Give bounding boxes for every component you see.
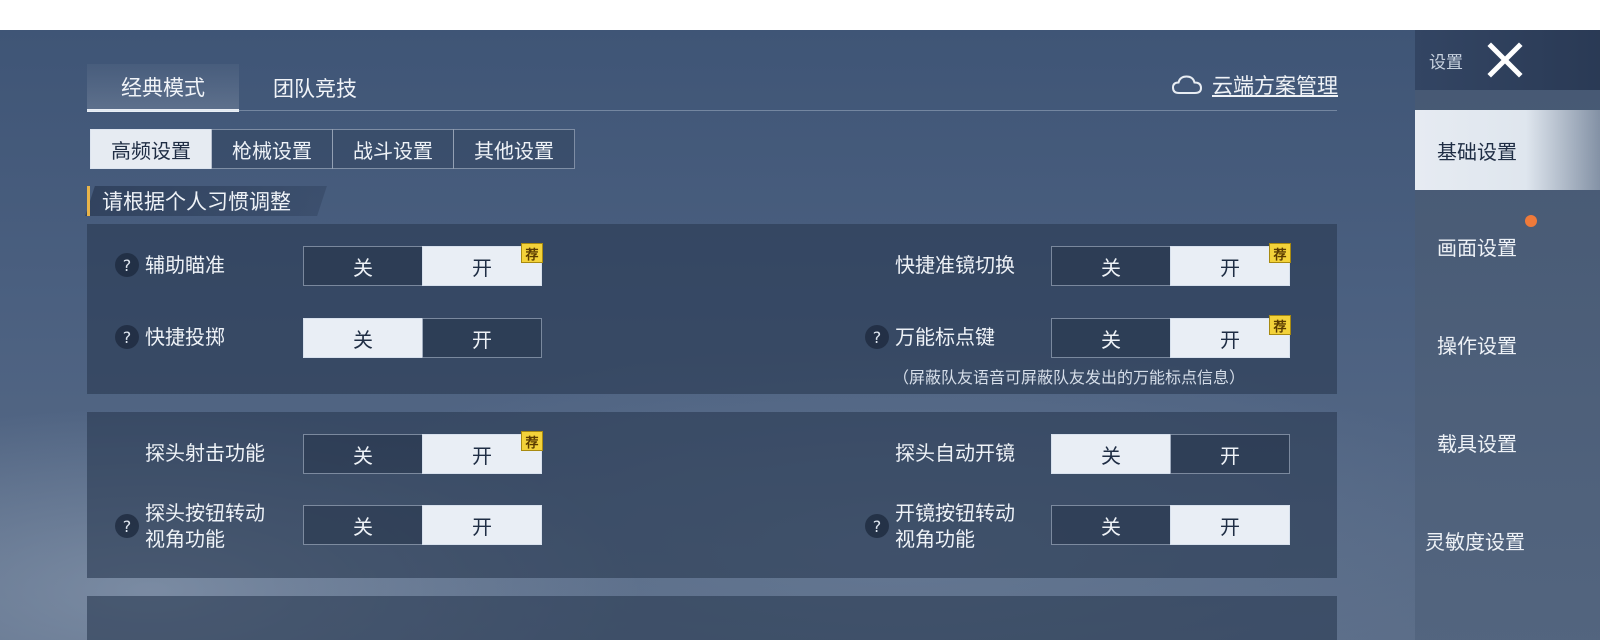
sidebar-item-controls[interactable]: 操作设置	[1415, 304, 1600, 384]
quick-throw-toggle: 关 开	[303, 318, 542, 358]
peek-button-rotate-label-line1: 探头按钮转动	[145, 501, 265, 525]
universal-marker-toggle: 关 开 荐	[1051, 315, 1291, 358]
tab-other-settings[interactable]: 其他设置	[453, 129, 575, 169]
quick-throw-label: 快捷投掷	[145, 325, 225, 349]
peek-auto-scope-label: 探头自动开镜	[895, 441, 1015, 465]
quick-scope-switch-label: 快捷准镜切换	[895, 253, 1015, 277]
sidebar-item-sensitivity[interactable]: 灵敏度设置	[1415, 500, 1600, 580]
universal-marker-note: （屏蔽队友语音可屏蔽队友发出的万能标点信息）	[893, 368, 1246, 387]
sidebar-item-basic[interactable]: 基础设置	[1415, 110, 1600, 190]
scope-button-rotate-on[interactable]: 开	[1170, 505, 1290, 545]
tab-team-deathmatch[interactable]: 团队竞技	[239, 64, 391, 112]
peek-auto-scope-on[interactable]: 开	[1170, 434, 1290, 474]
peek-button-rotate-label: 探头按钮转动 视角功能	[145, 500, 265, 552]
settings-screen: 经典模式 团队竞技 云端方案管理 高频设置 枪械设置 战斗设置 其他设置 请根据…	[0, 30, 1600, 640]
recommend-badge: 荐	[521, 431, 543, 451]
peek-auto-scope-toggle: 关 开	[1051, 434, 1290, 474]
aim-assist-toggle: 关 开 荐	[303, 243, 543, 286]
settings-panel-1: ? 辅助瞄准 关 开 荐 ? 快捷投掷 关 开 快捷准镜切换 关 开 荐 ? 万…	[87, 224, 1337, 394]
cloud-icon	[1172, 75, 1202, 94]
aim-assist-on[interactable]: 开 荐	[422, 243, 543, 286]
universal-marker-off[interactable]: 关	[1051, 318, 1171, 358]
peek-fire-on[interactable]: 开 荐	[422, 431, 543, 474]
peek-fire-toggle: 关 开 荐	[303, 431, 543, 474]
notification-dot	[1525, 215, 1537, 227]
cloud-plan-label: 云端方案管理	[1212, 74, 1338, 98]
aim-assist-on-label: 开	[472, 255, 492, 280]
tab-frequent-settings[interactable]: 高频设置	[90, 129, 212, 169]
quick-scope-switch-toggle: 关 开 荐	[1051, 243, 1291, 286]
help-icon[interactable]: ?	[865, 325, 889, 349]
settings-sidebar: 设置 基础设置 画面设置 操作设置 载具设置 灵敏度设置	[1415, 30, 1600, 640]
help-icon[interactable]: ?	[115, 514, 139, 538]
peek-fire-off[interactable]: 关	[303, 434, 423, 474]
cloud-plan-link[interactable]: 云端方案管理	[1172, 70, 1338, 100]
peek-auto-scope-off[interactable]: 关	[1051, 434, 1171, 474]
peek-button-rotate-off[interactable]: 关	[303, 505, 423, 545]
close-icon[interactable]	[1483, 38, 1527, 82]
quick-scope-switch-off[interactable]: 关	[1051, 246, 1171, 286]
aim-assist-off[interactable]: 关	[303, 246, 423, 286]
recommend-badge: 荐	[521, 243, 543, 263]
scope-button-rotate-label: 开镜按钮转动 视角功能	[895, 500, 1015, 552]
peek-fire-on-label: 开	[472, 443, 492, 468]
scope-button-rotate-off[interactable]: 关	[1051, 505, 1171, 545]
help-icon[interactable]: ?	[865, 514, 889, 538]
sidebar-item-vehicle[interactable]: 载具设置	[1415, 402, 1600, 482]
scope-button-rotate-label-line2: 视角功能	[895, 527, 975, 551]
quick-scope-switch-on-label: 开	[1220, 255, 1240, 280]
quick-scope-switch-on[interactable]: 开 荐	[1170, 243, 1291, 286]
recommend-badge: 荐	[1269, 315, 1291, 335]
tab-divider	[87, 110, 1337, 111]
help-icon[interactable]: ?	[115, 253, 139, 277]
quick-throw-off[interactable]: 关	[303, 318, 423, 358]
sidebar-item-graphics[interactable]: 画面设置	[1415, 206, 1600, 286]
universal-marker-on-label: 开	[1220, 327, 1240, 352]
settings-panel-2: 探头射击功能 关 开 荐 ? 探头按钮转动 视角功能 关 开 探头自动开镜 关 …	[87, 412, 1337, 578]
peek-button-rotate-label-line2: 视角功能	[145, 527, 225, 551]
aim-assist-label: 辅助瞄准	[145, 253, 225, 277]
section-hint: 请根据个人习惯调整	[87, 186, 291, 216]
peek-button-rotate-on[interactable]: 开	[422, 505, 542, 545]
universal-marker-on[interactable]: 开 荐	[1170, 315, 1291, 358]
settings-panel-3	[87, 596, 1337, 640]
sidebar-header: 设置	[1415, 30, 1600, 90]
scope-button-rotate-toggle: 关 开	[1051, 505, 1290, 545]
quick-throw-on[interactable]: 开	[422, 318, 542, 358]
tab-classic-mode[interactable]: 经典模式	[87, 64, 239, 112]
peek-fire-label: 探头射击功能	[145, 441, 265, 465]
recommend-badge: 荐	[1269, 243, 1291, 263]
sub-tabs: 高频设置 枪械设置 战斗设置 其他设置	[90, 129, 575, 169]
peek-button-rotate-toggle: 关 开	[303, 505, 542, 545]
universal-marker-label: 万能标点键	[895, 325, 995, 349]
tab-combat-settings[interactable]: 战斗设置	[332, 129, 454, 169]
scope-button-rotate-label-line1: 开镜按钮转动	[895, 501, 1015, 525]
tab-weapon-settings[interactable]: 枪械设置	[211, 129, 333, 169]
help-icon[interactable]: ?	[115, 325, 139, 349]
sidebar-title: 设置	[1429, 53, 1463, 73]
mode-tabs: 经典模式 团队竞技	[87, 64, 391, 112]
